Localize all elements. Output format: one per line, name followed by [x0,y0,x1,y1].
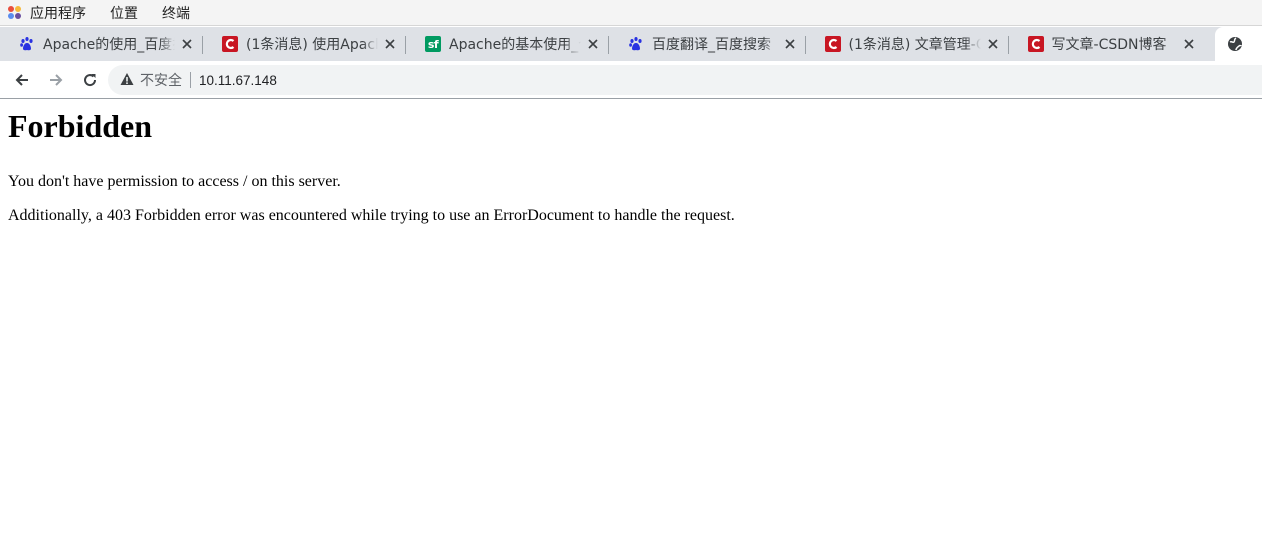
warning-icon[interactable] [120,71,134,90]
additional-error-message: Additionally, a 403 Forbidden error was … [8,207,735,224]
csdn-icon [222,36,238,52]
error-message: You don't have permission to access / on… [8,173,341,190]
address-bar[interactable]: 不安全 10.11.67.148 [108,65,1262,95]
tab-apache-usage-baidu[interactable]: Apache的使用_百度搜索 [0,27,203,61]
baidu-paw-icon [628,36,644,52]
tab-csdn-write-article[interactable]: 写文章-CSDN博客 [1009,27,1206,61]
system-top-panel: 应用程序 位置 终端 [0,0,1262,26]
terminal-menu[interactable]: 终端 [162,3,190,23]
close-icon[interactable] [782,36,798,52]
tab-apache-basic-usage-sf[interactable]: sf Apache的基本使用_个人 [406,27,609,61]
tab-csdn-use-apache[interactable]: (1条消息) 使用Apache [203,27,406,61]
tab-title: 写文章-CSDN博客 [1051,37,1167,53]
url-text[interactable]: 10.11.67.148 [199,73,277,88]
sf-icon: sf [425,36,441,52]
csdn-icon [824,36,841,52]
close-icon[interactable] [1181,36,1197,52]
forward-arrow-icon [50,73,63,86]
page-heading: Forbidden [8,108,153,144]
tab-title: (1条消息) 使用Apache [246,37,378,53]
csdn-icon [1027,36,1044,52]
reload-button[interactable] [76,66,104,94]
tab-active-current-page[interactable] [1215,27,1262,61]
tab-title: (1条消息) 文章管理-CSDN [848,37,981,53]
close-icon[interactable] [179,36,195,52]
tab-baidu-translate[interactable]: 百度翻译_百度搜索 [609,27,806,61]
close-icon[interactable] [985,36,1001,52]
browser-toolbar: 不安全 10.11.67.148 [0,61,1262,99]
applications-menu[interactable]: 应用程序 [30,3,86,23]
applications-menu-icon[interactable] [8,5,22,20]
not-secure-label[interactable]: 不安全 [140,70,182,90]
reload-icon [84,73,97,86]
tab-csdn-article-manage[interactable]: (1条消息) 文章管理-CSDN [806,27,1009,61]
places-menu[interactable]: 位置 [110,3,138,23]
close-icon[interactable] [585,36,601,52]
omnibox-divider [190,72,191,88]
back-button[interactable] [8,66,36,94]
forward-button[interactable] [42,66,70,94]
globe-icon [1227,36,1243,52]
tab-title: 百度翻译_百度搜索 [652,37,771,53]
tab-title: Apache的基本使用_个人 [449,37,581,53]
baidu-paw-icon [19,36,35,52]
tab-title: Apache的使用_百度搜索 [43,37,175,53]
page-content: Forbidden You don't have permission to a… [0,100,1262,554]
close-icon[interactable] [382,36,398,52]
browser-tab-strip: Apache的使用_百度搜索 (1条消息) 使用Apache sf Apache… [0,27,1262,61]
back-arrow-icon [15,73,28,86]
